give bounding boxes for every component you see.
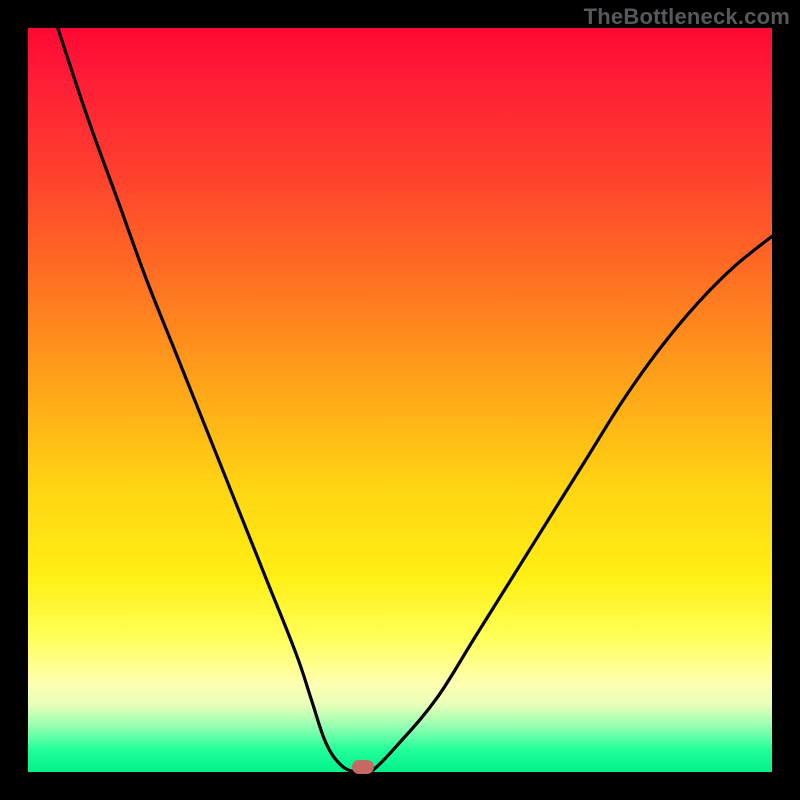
attribution-watermark: TheBottleneck.com [584, 4, 790, 30]
bottleneck-curve [28, 28, 772, 772]
plot-area [28, 28, 772, 772]
chart-frame: TheBottleneck.com [0, 0, 800, 800]
optimal-point-marker [352, 760, 374, 774]
